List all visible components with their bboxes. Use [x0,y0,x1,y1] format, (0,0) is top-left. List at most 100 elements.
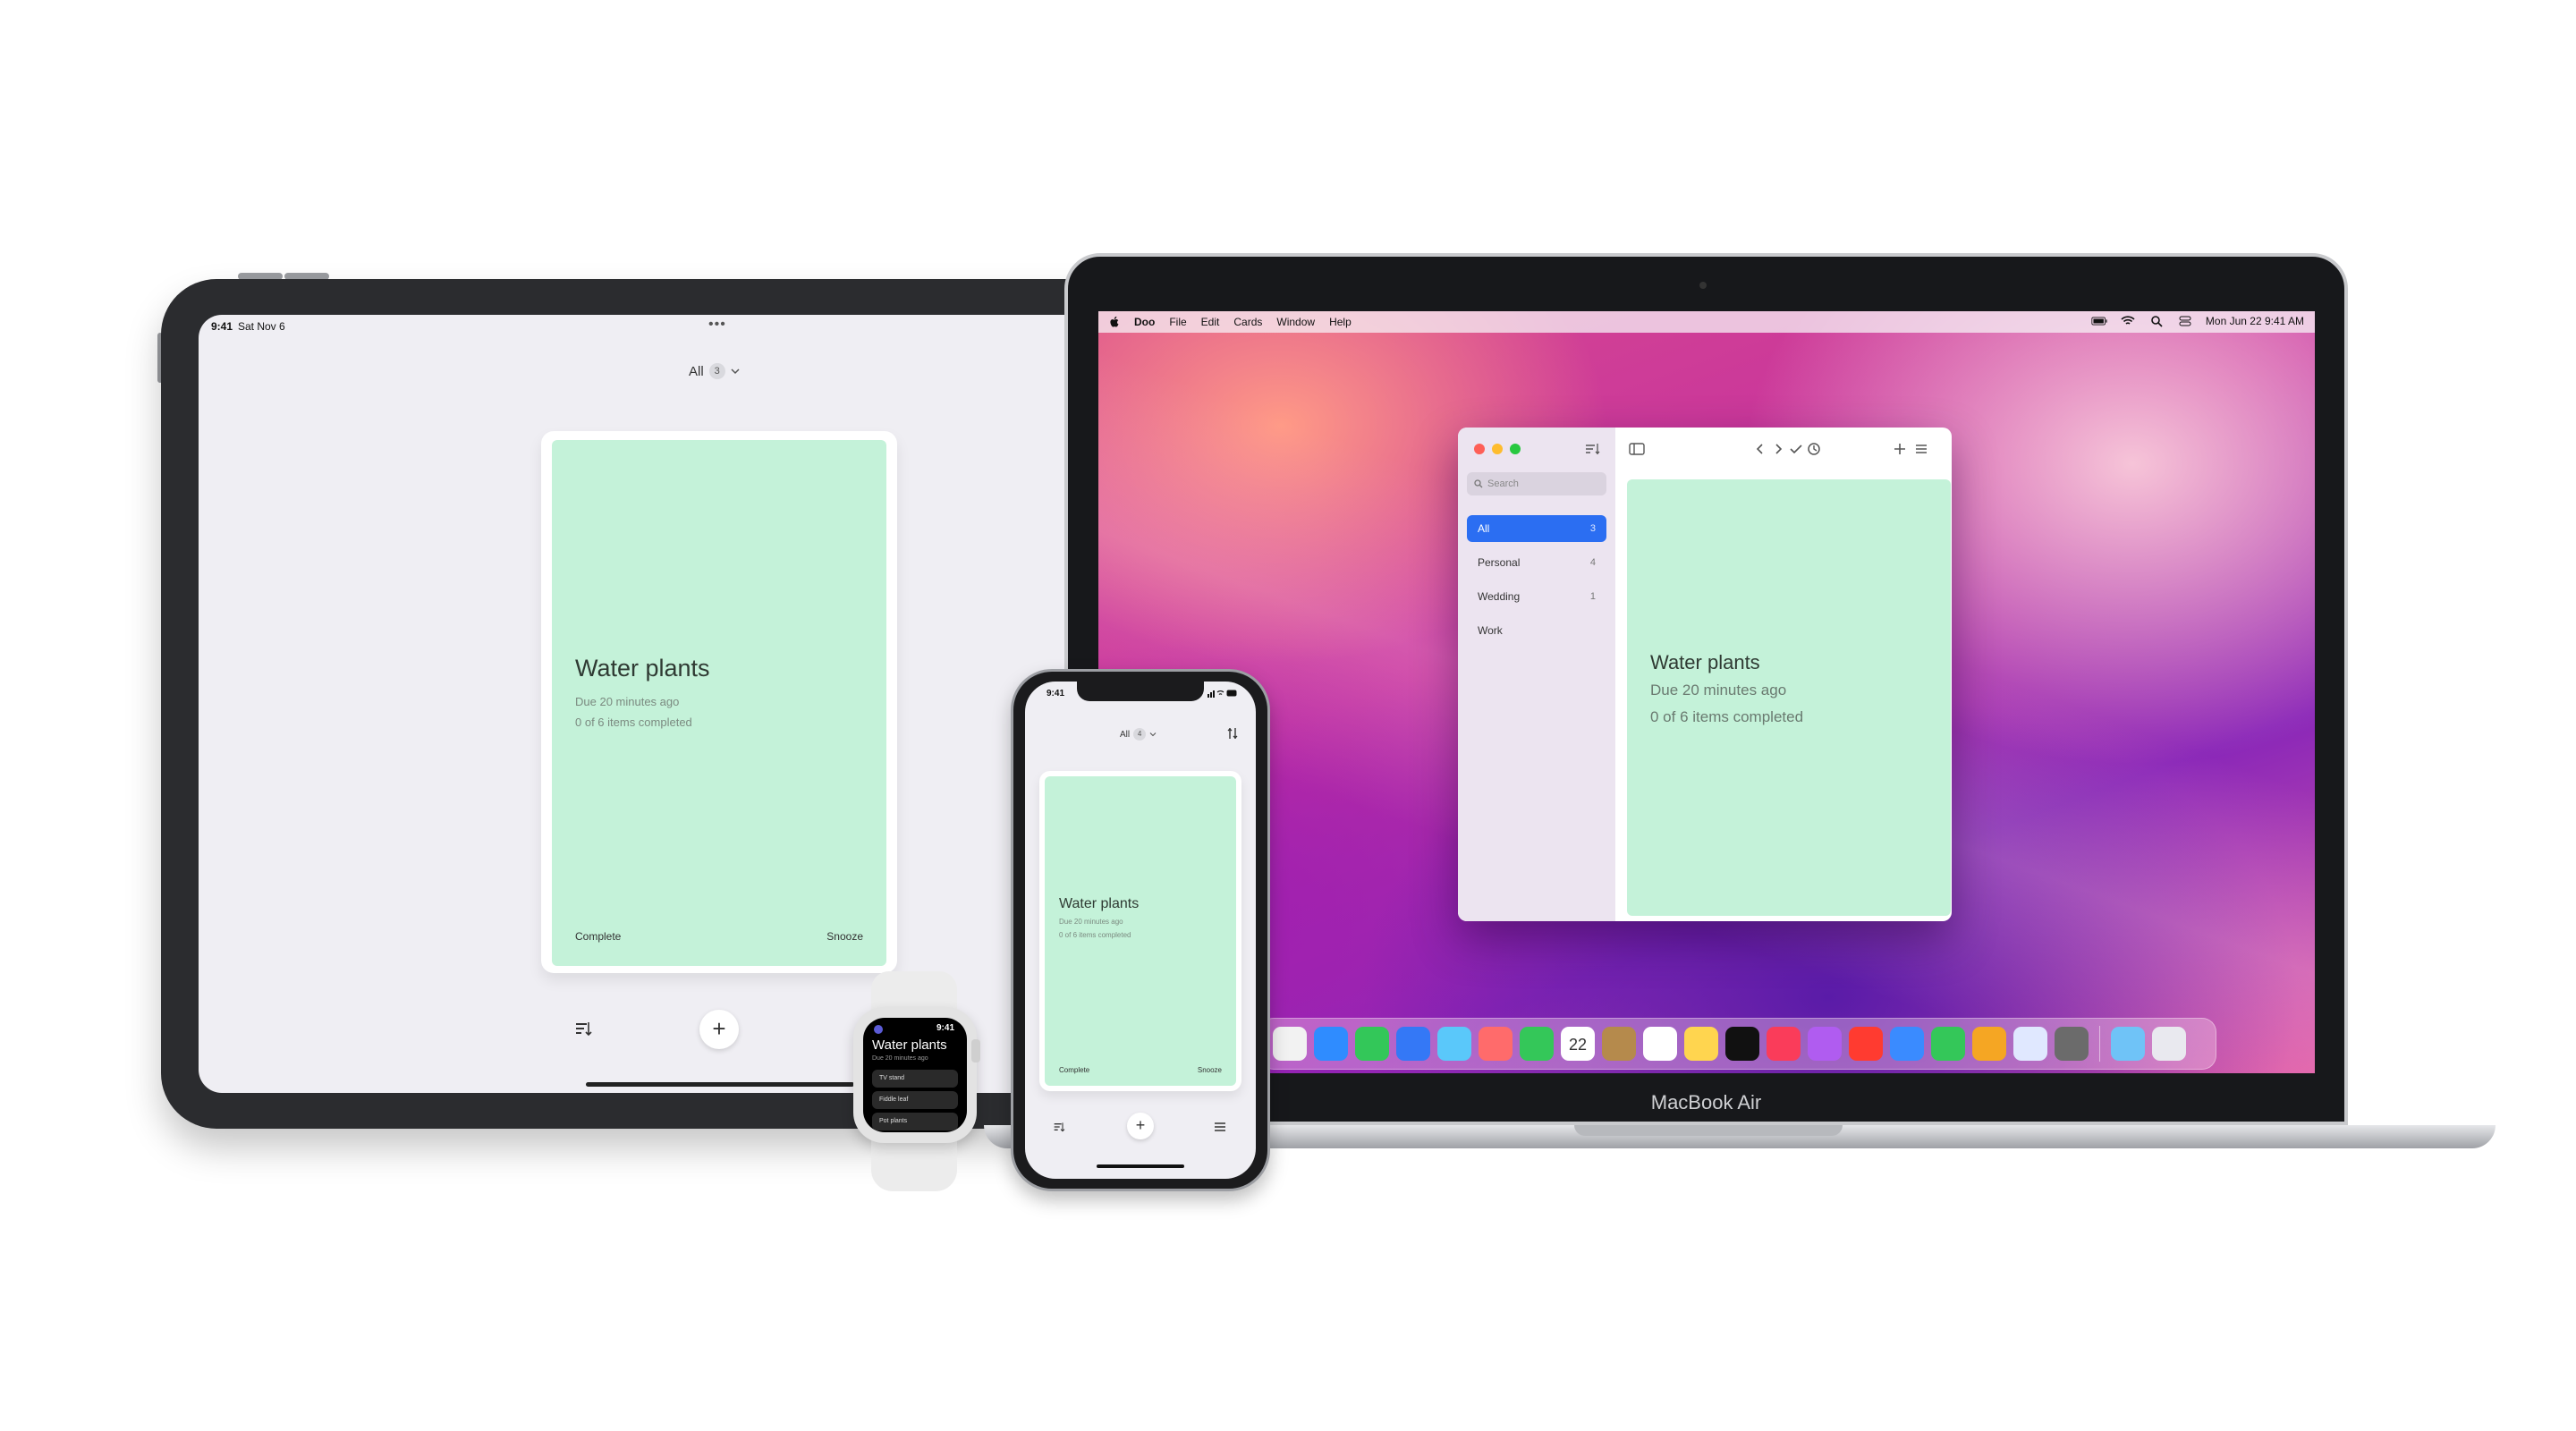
card-due: Due 20 minutes ago [1650,682,1787,699]
dock-app-icon[interactable] [1355,1027,1389,1061]
checklist-item[interactable]: Pot plants [872,1113,958,1130]
dock-app-icon[interactable] [1931,1027,1965,1061]
sidebar-item-wedding[interactable]: Wedding 1 [1467,583,1606,610]
dock-app-icon[interactable] [2152,1027,2186,1061]
dock-app-icon[interactable] [1972,1027,2006,1061]
card-due: Due 20 minutes ago [1059,918,1123,926]
close-window-button[interactable] [1474,444,1485,454]
macbook-opening-notch [1574,1125,1843,1136]
sidebar-item-count: 4 [1589,557,1596,568]
notch [1077,682,1204,701]
dock-app-icon[interactable] [1849,1027,1883,1061]
home-indicator [1097,1164,1184,1168]
dock-app-icon[interactable] [1602,1027,1636,1061]
sidebar-item-label: Wedding [1478,590,1521,603]
filter-label: All [1120,729,1131,740]
card-progress: 0 of 6 items completed [1059,931,1131,939]
minimize-window-button[interactable] [1492,444,1503,454]
list-menu-icon[interactable] [1213,1120,1227,1134]
chevron-right-icon[interactable] [1769,440,1787,458]
spotlight-search-icon[interactable] [2148,315,2165,327]
macbook-screen: Doo File Edit Cards Window Help Mon Jun … [1098,311,2315,1073]
battery-icon[interactable] [2091,315,2107,327]
sidebar-toggle-icon[interactable] [1628,440,1646,458]
toolbar [1615,428,1952,470]
filter-label: All [689,363,704,379]
card-title: Water plants [575,655,710,682]
task-card[interactable]: Water plants Due 20 minutes ago 0 of 6 i… [552,440,886,966]
checklist-item[interactable]: Fiddle leaf [872,1091,958,1109]
menu-edit[interactable]: Edit [1201,316,1220,328]
calendar-app-icon[interactable]: 22 [1561,1027,1595,1061]
menu-cards[interactable]: Cards [1233,316,1262,328]
menu-extras: Mon Jun 22 9:41 AM [2091,315,2304,327]
plus-icon[interactable] [1891,440,1909,458]
menu-clock[interactable]: Mon Jun 22 9:41 AM [2206,315,2304,327]
chevron-down-icon [731,368,740,375]
search-input[interactable]: Search [1467,472,1606,495]
dock-app-icon[interactable] [1725,1027,1759,1061]
sort-icon[interactable] [572,1018,594,1039]
menu-file[interactable]: File [1169,316,1186,328]
doo-app-window: Search All 3 Personal 4 Wedding 1 Work W… [1458,428,1952,921]
dock-app-icon[interactable] [1437,1027,1471,1061]
snooze-button[interactable]: Snooze [826,930,863,943]
sidebar-item-personal[interactable]: Personal 4 [1467,549,1606,576]
dock-app-icon[interactable] [2111,1027,2145,1061]
checklist-item[interactable]: TV stand [872,1070,958,1088]
digital-crown[interactable] [971,1039,980,1063]
sort-icon[interactable] [1583,440,1601,458]
checkmark-icon[interactable] [1787,440,1805,458]
chevron-left-icon[interactable] [1751,440,1769,458]
watch-card-title: Water plants [872,1037,947,1053]
card-progress: 0 of 6 items completed [575,716,692,729]
dock-app-icon[interactable] [1767,1027,1801,1061]
dock-app-icon[interactable] [2013,1027,2047,1061]
dock-app-icon[interactable] [1273,1027,1307,1061]
watch-time: 9:41 [936,1023,954,1033]
sidebar-item-work[interactable]: Work [1467,617,1606,644]
dock-app-icon[interactable] [1808,1027,1842,1061]
menu-window[interactable]: Window [1276,316,1315,328]
zoom-window-button[interactable] [1510,444,1521,454]
control-center-icon[interactable] [2177,315,2193,327]
sidebar-item-count: 3 [1589,523,1596,534]
task-card[interactable]: Water plants Due 20 minutes ago 0 of 6 i… [1045,776,1236,1086]
task-card[interactable]: Water plants Due 20 minutes ago 0 of 6 i… [1627,479,1951,916]
add-card-button[interactable]: + [1127,1113,1154,1139]
search-icon [1474,479,1483,488]
sort-adjust-icon[interactable] [1225,726,1240,741]
dock-app-icon[interactable] [1684,1027,1718,1061]
dock-app-icon[interactable] [1643,1027,1677,1061]
camera [1699,282,1707,289]
status-time: 9:41 [1046,689,1065,699]
dock-app-icon[interactable] [1396,1027,1430,1061]
apple-menu-icon[interactable] [1109,316,1120,328]
dock-app-icon[interactable] [1479,1027,1513,1061]
add-card-button[interactable]: + [699,1010,739,1049]
menu-help[interactable]: Help [1329,316,1352,328]
snooze-button[interactable]: Snooze [1198,1066,1222,1074]
filter-selector[interactable]: All 3 [689,363,740,379]
menu-app-name[interactable]: Doo [1134,316,1155,328]
dock-app-icon[interactable] [1314,1027,1348,1061]
sort-icon[interactable] [1052,1120,1066,1134]
status-date: Sat Nov 6 [238,320,285,333]
complete-button[interactable]: Complete [1059,1066,1089,1074]
search-placeholder: Search [1487,478,1519,489]
filter-selector[interactable]: All 4 [1120,728,1157,741]
iphone-screen: 9:41 All 4 Water plants Due 20 minutes a… [1025,682,1256,1179]
watch-card-due: Due 20 minutes ago [872,1055,928,1062]
dock-app-icon[interactable] [1890,1027,1924,1061]
snooze-clock-icon[interactable] [1805,440,1823,458]
complete-button[interactable]: Complete [575,930,621,943]
wifi-icon[interactable] [2120,315,2136,327]
sidebar-item-label: Personal [1478,556,1521,569]
dock-app-icon[interactable] [1520,1027,1554,1061]
sidebar-item-label: All [1478,522,1490,535]
list-menu-icon[interactable] [1912,440,1930,458]
status-icons [1208,690,1237,698]
dock-app-icon[interactable] [2055,1027,2089,1061]
multitasking-dots-icon[interactable]: ••• [708,317,726,333]
sidebar-item-all[interactable]: All 3 [1467,515,1606,542]
